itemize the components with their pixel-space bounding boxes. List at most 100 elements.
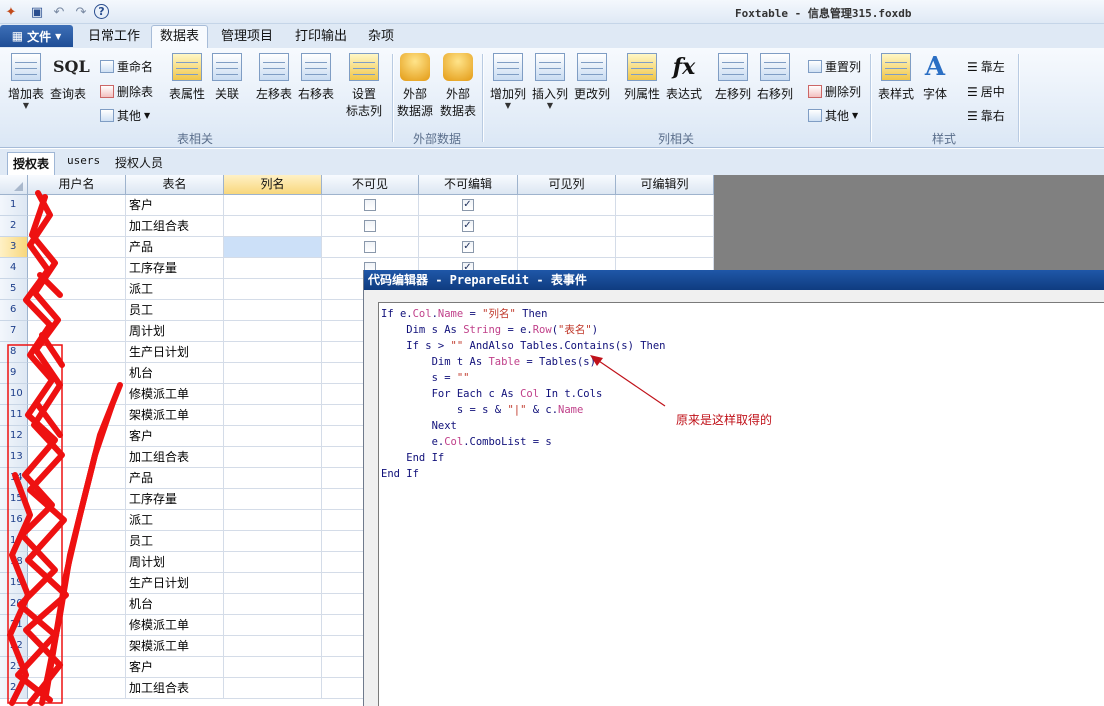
- grid-cell[interactable]: [224, 237, 322, 258]
- delete-column-button[interactable]: 删除列: [808, 83, 861, 100]
- row-number[interactable]: 19: [0, 573, 28, 594]
- grid-cell[interactable]: [224, 447, 322, 468]
- grid-cell[interactable]: [28, 237, 126, 258]
- insert-column-button[interactable]: 插入列 ▼: [531, 48, 569, 110]
- cell-table-name[interactable]: 加工组合表: [126, 216, 224, 237]
- table-style-button[interactable]: 表样式: [876, 48, 916, 102]
- row-number[interactable]: 5: [0, 279, 28, 300]
- grid-cell[interactable]: [28, 447, 126, 468]
- grid-cell[interactable]: [518, 237, 616, 258]
- add-column-button[interactable]: 增加列 ▼: [489, 48, 527, 110]
- row-number[interactable]: 6: [0, 300, 28, 321]
- row-number[interactable]: 1: [0, 195, 28, 216]
- grid-cell[interactable]: [224, 300, 322, 321]
- row-number[interactable]: 12: [0, 426, 28, 447]
- grid-cell[interactable]: [224, 678, 322, 699]
- row-number[interactable]: 14: [0, 468, 28, 489]
- grid-cell[interactable]: [224, 573, 322, 594]
- no-edit-checkbox[interactable]: ✓: [461, 241, 474, 253]
- cell-table-name[interactable]: 机台: [126, 594, 224, 615]
- grid-cell[interactable]: [322, 237, 419, 258]
- cell-table-name[interactable]: 派工: [126, 279, 224, 300]
- cell-table-name[interactable]: 工序存量: [126, 258, 224, 279]
- grid-cell[interactable]: [28, 531, 126, 552]
- grid-cell[interactable]: [224, 405, 322, 426]
- other-table-button[interactable]: 其他 ▼: [100, 107, 150, 124]
- grid-cell[interactable]: [28, 594, 126, 615]
- row-number[interactable]: 24: [0, 678, 28, 699]
- invisible-checkbox[interactable]: [363, 220, 376, 232]
- reset-column-button[interactable]: 重置列: [808, 58, 861, 75]
- help-icon[interactable]: ?: [94, 4, 109, 19]
- cell-table-name[interactable]: 客户: [126, 195, 224, 216]
- cell-table-name[interactable]: 客户: [126, 657, 224, 678]
- grid-cell[interactable]: [28, 258, 126, 279]
- grid-cell[interactable]: [28, 489, 126, 510]
- relation-button[interactable]: 关联: [212, 48, 242, 102]
- cell-table-name[interactable]: 加工组合表: [126, 447, 224, 468]
- cell-table-name[interactable]: 机台: [126, 363, 224, 384]
- table-row[interactable]: 3 产品 ✓: [0, 237, 714, 258]
- invisible-checkbox[interactable]: [363, 199, 376, 211]
- grid-cell[interactable]: [28, 300, 126, 321]
- grid-cell[interactable]: [616, 195, 714, 216]
- grid-cell[interactable]: [224, 426, 322, 447]
- grid-cell[interactable]: [28, 615, 126, 636]
- grid-cell[interactable]: [28, 636, 126, 657]
- row-number[interactable]: 22: [0, 636, 28, 657]
- cell-table-name[interactable]: 员工: [126, 300, 224, 321]
- row-number[interactable]: 20: [0, 594, 28, 615]
- row-number[interactable]: 3: [0, 237, 28, 258]
- grid-cell[interactable]: [224, 321, 322, 342]
- row-number[interactable]: 21: [0, 615, 28, 636]
- column-header-username[interactable]: 用户名: [28, 175, 126, 195]
- move-left-table-button[interactable]: 左移表: [254, 48, 294, 102]
- move-left-column-button[interactable]: 左移列: [713, 48, 753, 102]
- grid-cell[interactable]: [28, 279, 126, 300]
- undo-icon[interactable]: ↶: [50, 3, 68, 21]
- row-number[interactable]: 9: [0, 363, 28, 384]
- grid-cell[interactable]: ✓: [419, 195, 518, 216]
- cell-table-name[interactable]: 派工: [126, 510, 224, 531]
- grid-cell[interactable]: [518, 195, 616, 216]
- cell-table-name[interactable]: 修模派工单: [126, 615, 224, 636]
- external-source-button[interactable]: 外部 数据源: [396, 48, 434, 119]
- column-header-visible-cols[interactable]: 可见列: [518, 175, 616, 195]
- grid-cell[interactable]: [28, 468, 126, 489]
- row-number[interactable]: 17: [0, 531, 28, 552]
- grid-cell[interactable]: [224, 384, 322, 405]
- row-number[interactable]: 18: [0, 552, 28, 573]
- tab-data-table[interactable]: 数据表: [151, 25, 209, 48]
- grid-cell[interactable]: [224, 636, 322, 657]
- grid-cell[interactable]: [28, 426, 126, 447]
- grid-cell[interactable]: [224, 594, 322, 615]
- grid-cell[interactable]: [28, 195, 126, 216]
- file-menu-button[interactable]: ▦ 文件 ▼: [0, 25, 73, 47]
- column-props-button[interactable]: 列属性: [622, 48, 662, 102]
- grid-cell[interactable]: [28, 510, 126, 531]
- sheet-tab-auth-users[interactable]: 授权人员: [115, 154, 163, 171]
- tab-daily-work[interactable]: 日常工作: [82, 28, 146, 48]
- row-number[interactable]: 11: [0, 405, 28, 426]
- align-right-button[interactable]: ☰ 靠右: [967, 107, 1005, 124]
- cell-table-name[interactable]: 员工: [126, 531, 224, 552]
- grid-cell[interactable]: [322, 216, 419, 237]
- cell-table-name[interactable]: 周计划: [126, 321, 224, 342]
- grid-cell[interactable]: [224, 279, 322, 300]
- tab-manage-project[interactable]: 管理项目: [215, 28, 279, 48]
- grid-cell[interactable]: [224, 342, 322, 363]
- set-flag-column-button[interactable]: 设置 标志列: [344, 48, 384, 119]
- invisible-checkbox[interactable]: [363, 241, 376, 253]
- rename-button[interactable]: 重命名: [100, 58, 153, 75]
- column-header-table-name[interactable]: 表名: [126, 175, 224, 195]
- column-header-invisible[interactable]: 不可见: [322, 175, 419, 195]
- row-number[interactable]: 23: [0, 657, 28, 678]
- grid-cell[interactable]: [28, 321, 126, 342]
- tab-misc[interactable]: 杂项: [362, 28, 400, 48]
- query-table-button[interactable]: SQL 查询表: [48, 48, 90, 102]
- grid-cell[interactable]: [28, 405, 126, 426]
- delete-table-button[interactable]: 删除表: [100, 83, 153, 100]
- app-icon[interactable]: ✦: [2, 3, 20, 21]
- grid-cell[interactable]: ✓: [419, 237, 518, 258]
- cell-table-name[interactable]: 生产日计划: [126, 342, 224, 363]
